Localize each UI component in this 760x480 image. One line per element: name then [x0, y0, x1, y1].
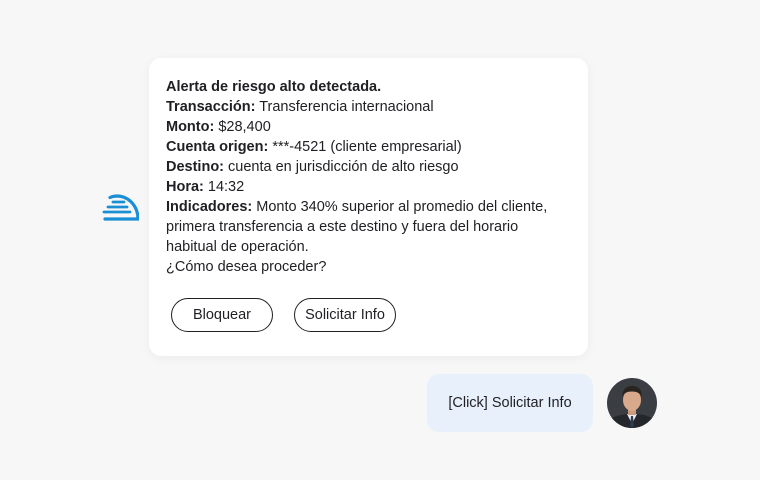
user-message-text: [Click] Solicitar Info [448, 395, 572, 411]
proceed-question: ¿Cómo desea proceder? [166, 259, 327, 275]
field-destination: Destino: cuenta en jurisdicción de alto … [166, 159, 459, 175]
user-message-bubble: [Click] Solicitar Info [427, 374, 593, 432]
bot-logo-icon [102, 193, 140, 221]
bot-message-card: Alerta de riesgo alto detectada. Transac… [149, 58, 588, 356]
field-time: Hora: 14:32 [166, 179, 245, 195]
field-transaction: Transacción: Transferencia internacional [166, 99, 434, 115]
action-buttons: Bloquear Solicitar Info [171, 298, 396, 332]
request-info-button[interactable]: Solicitar Info [294, 298, 396, 332]
field-amount: Monto: $28,400 [166, 119, 271, 135]
block-button[interactable]: Bloquear [171, 298, 273, 332]
user-avatar [607, 378, 657, 428]
field-source-account: Cuenta origen: ***-4521 (cliente empresa… [166, 139, 462, 155]
alert-title: Alerta de riesgo alto detectada. [166, 79, 382, 95]
field-indicators: Indicadores: Monto 340% superior al prom… [166, 199, 548, 255]
